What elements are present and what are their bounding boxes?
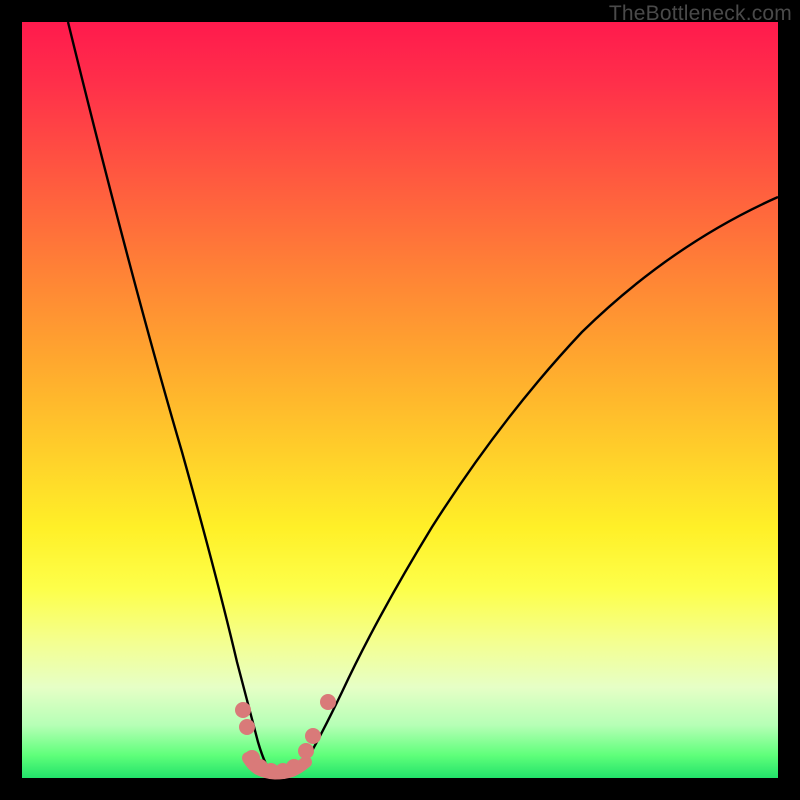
marker bbox=[298, 743, 314, 759]
right-branch-curve bbox=[302, 197, 778, 768]
marker bbox=[320, 694, 336, 710]
left-branch-curve bbox=[68, 22, 268, 768]
marker bbox=[235, 702, 251, 718]
marker bbox=[239, 719, 255, 735]
marker bbox=[286, 759, 302, 775]
chart-svg bbox=[22, 22, 778, 778]
marker bbox=[305, 728, 321, 744]
frame: TheBottleneck.com bbox=[0, 0, 800, 800]
plot-area bbox=[22, 22, 778, 778]
attribution-text: TheBottleneck.com bbox=[609, 2, 792, 26]
